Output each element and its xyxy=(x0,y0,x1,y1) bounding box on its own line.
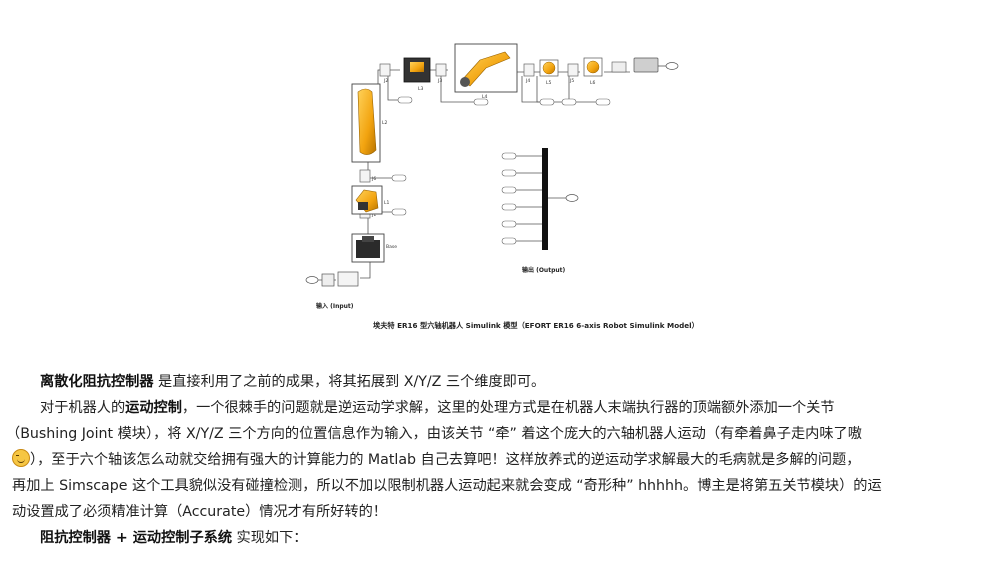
paragraph-text: 实现如下： xyxy=(232,530,308,546)
paragraph-3: 阻抗控制器 + 运动控制子系统 实现如下： xyxy=(12,525,978,551)
bold-term: 离散化阻抗控制器 xyxy=(40,374,154,390)
inport xyxy=(305,276,319,284)
link-label: L1 xyxy=(384,200,390,206)
paragraph-1: 离散化阻抗控制器 是直接利用了之前的成果，将其拓展到 X/Y/Z 三个维度即可。 xyxy=(12,369,978,395)
paragraph-text: ），至于六个轴该怎么动就交给拥有强大的计算能力的 Matlab 自己去算吧！这样… xyxy=(30,452,861,468)
paragraph-text: ，一个很棘手的问题就是逆运动学求解，这里的处理方式是在机器人末端执行器的顶端额外… xyxy=(181,400,835,416)
link-label: L6 xyxy=(590,80,596,86)
paragraph-text: 再加上 Simscape 这个工具貌似没有碰撞检测，所以不加以限制机器人运动起来… xyxy=(12,478,882,494)
link-label: L3 xyxy=(418,86,424,92)
paragraph-2: 对于机器人的运动控制，一个很棘手的问题就是逆运动学求解，这里的处理方式是在机器人… xyxy=(6,395,978,525)
paragraph-text: （Bushing Joint 模块），将 X/Y/Z 三个方向的位置信息作为输入… xyxy=(6,426,862,442)
link-label: L2 xyxy=(382,120,388,126)
input-label: 输入 (Input) xyxy=(316,302,354,310)
joint-label: J6 xyxy=(371,176,376,182)
paragraph-text: 是直接利用了之前的成果，将其拓展到 X/Y/Z 三个维度即可。 xyxy=(153,374,546,390)
input-converter-block xyxy=(337,271,359,287)
bold-term: 运动控制 xyxy=(125,400,182,416)
outport xyxy=(565,194,579,202)
figure-caption: 埃夫特 ER16 型六轴机器人 Simulink 模型（EFORT ER16 6… xyxy=(373,321,699,330)
simulink-model-figure: J2 J3 J4 J5 J6 J1 L3 L4 L5 L6 L2 L1 Base… xyxy=(305,43,699,330)
joint-label: J2 xyxy=(383,78,388,84)
bushing-joint-block xyxy=(633,57,659,73)
link-label: Base xyxy=(386,244,397,250)
joint-label: J4 xyxy=(525,78,530,84)
paragraph-text: 动设置成了必须精准计算（Accurate）情况才有所好转的！ xyxy=(12,504,387,520)
output-mux xyxy=(542,148,548,250)
joint-label: J5 xyxy=(569,78,574,84)
link-label: L5 xyxy=(546,80,552,86)
paragraph-text: 对于机器人的 xyxy=(40,400,126,416)
smile-emoji-icon xyxy=(12,449,30,467)
output-label: 输出 (Output) xyxy=(522,266,566,274)
joint-label: J3 xyxy=(437,78,442,84)
bold-term: 阻抗控制器 + 运动控制子系统 xyxy=(40,530,233,546)
